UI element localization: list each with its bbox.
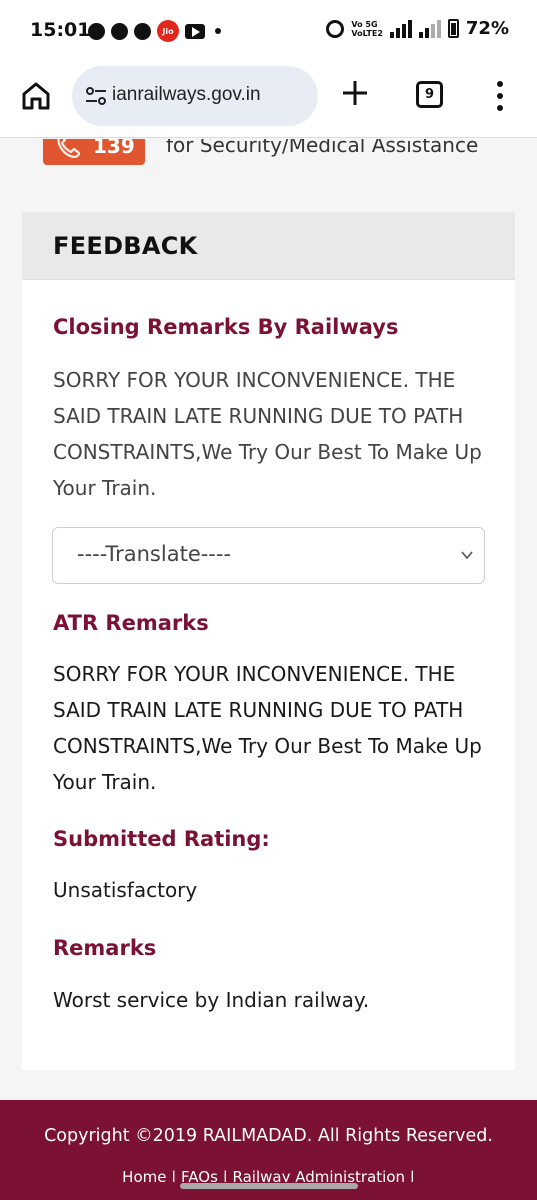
feedback-header: FEEDBACK [22,212,515,280]
closing-remarks-text: SORRY FOR YOUR INCONVENIENCE. THE SAID T… [53,368,482,500]
plus-icon [343,81,367,105]
new-tab-button[interactable] [340,78,370,108]
alarm-icon [326,19,345,38]
jio-icon: Jio [157,20,179,42]
site-settings-icon[interactable] [84,86,108,106]
signal-strength-2-icon [418,19,441,38]
browser-toolbar: ianrailways.gov.in 9 [0,62,537,138]
menu-dot-icon [497,81,503,87]
chevron-down-icon [461,551,473,560]
atr-remarks-heading: ATR Remarks [53,611,209,635]
status-time: 15:01 [30,19,91,41]
battery-icon [447,19,459,38]
menu-dot-icon [497,93,503,99]
gesture-navigation-bar[interactable] [180,1183,358,1189]
feedback-title: FEEDBACK [53,232,198,260]
footer-links[interactable]: Home | FAQs | Railway Administration | [0,1168,537,1182]
system-icons: Vo 5G VoLTE2 72% [326,18,509,39]
menu-dot-icon [497,105,503,111]
volte-label: Vo 5G VoLTE2 [351,19,383,38]
closing-remarks-heading: Closing Remarks By Railways [53,315,399,339]
url-text[interactable]: ianrailways.gov.in [112,84,261,106]
translate-selected-value: ----Translate---- [77,542,232,566]
feedback-card: FEEDBACK Closing Remarks By Railways SOR… [22,212,515,1070]
helpline-badge[interactable]: 139 [43,139,145,165]
chat-bubble-icon [88,22,105,40]
status-bar: 15:01 Jio Vo 5G VoLTE2 72% [0,0,537,62]
phone-icon [57,139,81,159]
atr-remarks-text: SORRY FOR YOUR INCONVENIENCE. THE SAID T… [53,662,482,794]
helpline-strip: 139 for Security/Medical Assistance [0,139,537,189]
home-icon [22,82,50,110]
app-notification-icon [134,22,151,40]
translate-select[interactable]: ----Translate---- [52,527,485,584]
helpline-text: for Security/Medical Assistance [166,139,479,157]
footer-copyright: Copyright ©2019 RAILMADAD. All Rights Re… [44,1126,493,1146]
home-button[interactable] [20,80,52,112]
tab-switcher-button[interactable]: 9 [416,81,443,108]
whatsapp-icon [111,22,128,40]
submitted-rating-value: Unsatisfactory [53,878,198,902]
remarks-heading: Remarks [53,936,157,960]
battery-percent: 72% [465,18,509,39]
submitted-rating-heading: Submitted Rating: [53,827,270,851]
address-bar[interactable]: ianrailways.gov.in [72,66,318,126]
notification-icons: Jio [88,20,221,42]
remarks-text: Worst service by Indian railway. [53,988,370,1012]
overflow-menu-button[interactable] [494,81,506,111]
more-notifications-icon [215,28,221,34]
helpline-number: 139 [93,139,135,158]
signal-strength-icon [389,19,412,38]
youtube-icon [185,23,205,39]
